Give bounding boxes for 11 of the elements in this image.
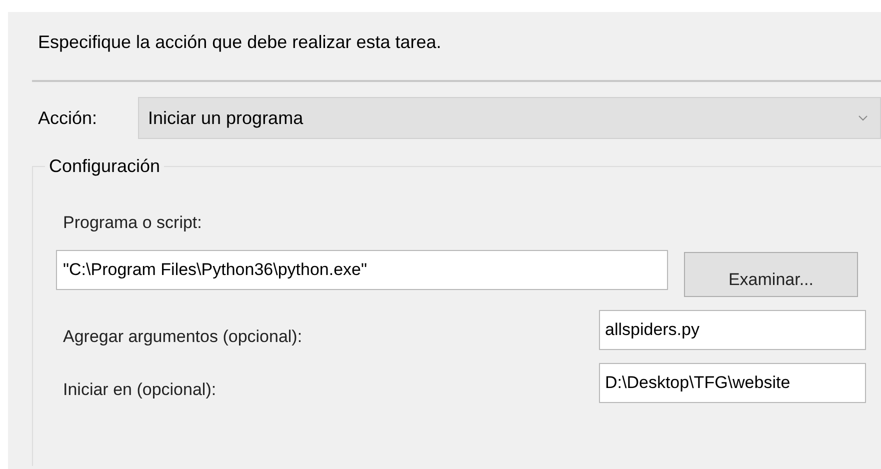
text-field[interactable]: D:\Desktop\TFG\website <box>599 363 866 403</box>
instruction-text: Especifique la acción que debe realizar esta tarea. <box>37 31 442 54</box>
text-field[interactable]: allspiders.py <box>599 310 866 350</box>
program-label: Programa o script: <box>62 212 203 234</box>
chevron-down-icon <box>858 115 868 121</box>
browse-button[interactable]: Examinar... <box>684 252 858 297</box>
program-field[interactable]: "C:\Program Files\Python36\python.exe" <box>56 250 668 290</box>
action-label: Acción: <box>37 106 98 130</box>
action-dropdown[interactable]: Iniciar un programa <box>138 97 881 139</box>
field-label: Agregar argumentos (opcional): <box>62 326 302 348</box>
field-label: Iniciar en (opcional): <box>62 379 216 402</box>
